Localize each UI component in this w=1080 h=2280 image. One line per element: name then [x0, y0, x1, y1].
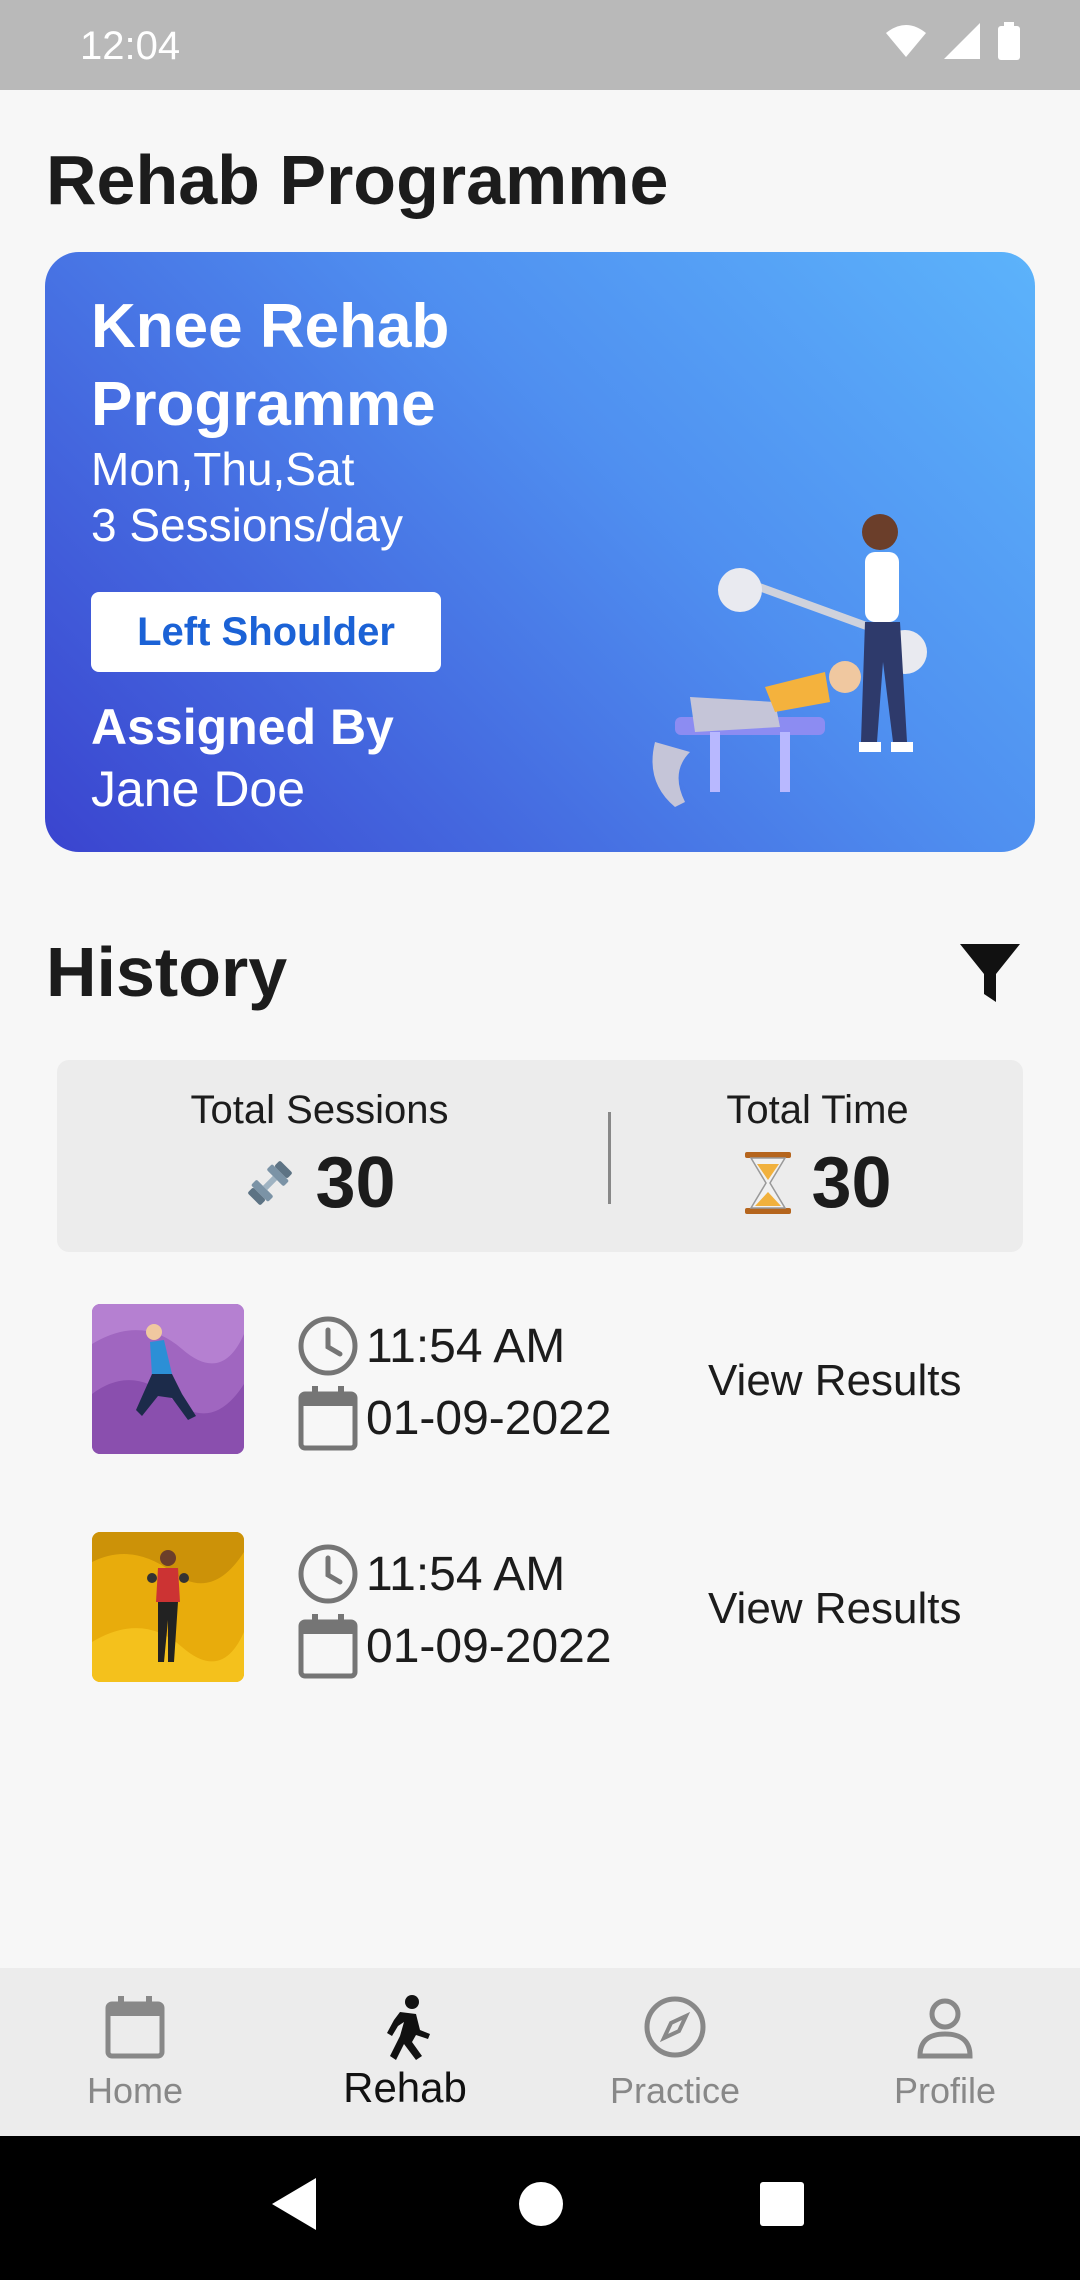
nav-profile[interactable]: Profile: [810, 1968, 1080, 2136]
programme-card[interactable]: Knee Rehab Programme Mon,Thu,Sat 3 Sessi…: [45, 252, 1035, 852]
recents-icon[interactable]: [758, 2176, 804, 2232]
history-title: History: [46, 933, 288, 1011]
history-item[interactable]: 11:54 AM 01-09-2022 View Results: [0, 1300, 1080, 1470]
total-sessions-value: 30: [315, 1143, 396, 1223]
assigned-by-label: Assigned By: [91, 699, 394, 755]
history-item[interactable]: 11:54 AM 01-09-2022 View Results: [0, 1528, 1080, 1698]
nav-rehab[interactable]: Rehab: [270, 1968, 540, 2136]
signal-icon: [944, 23, 980, 59]
calendar-icon: [298, 1614, 358, 1679]
history-date: 01-09-2022: [366, 1619, 612, 1673]
hourglass-icon: [745, 1152, 792, 1214]
calendar-icon: [298, 1386, 358, 1451]
total-sessions-label: Total Sessions: [190, 1088, 449, 1132]
system-nav-bar: [0, 2136, 1080, 2280]
total-time-stat: Total Time 30: [612, 1060, 1023, 1252]
nav-rehab-label: Rehab: [343, 2064, 467, 2111]
person-icon: [917, 1998, 973, 2059]
status-icons: [886, 22, 1020, 60]
running-icon: [387, 1995, 430, 2060]
nav-home-label: Home: [86, 2070, 184, 2111]
wifi-icon: [886, 25, 926, 57]
workout-illustration: [652, 514, 927, 807]
history-time: 11:54 AM: [366, 1319, 566, 1373]
clock-icon: [298, 1316, 358, 1376]
dumbbell-icon: [248, 1161, 293, 1205]
status-time: 12:04: [80, 24, 181, 68]
bottom-nav: Home Rehab Practice Profile: [0, 1968, 1080, 2136]
filter-icon[interactable]: [958, 940, 1022, 1004]
status-bar: 12:04: [0, 0, 1080, 90]
page-title: Rehab Programme: [46, 141, 669, 219]
view-results-button[interactable]: View Results: [708, 1356, 962, 1406]
calendar-icon: [105, 1996, 165, 2059]
compass-icon: [644, 1996, 706, 2058]
programme-sessions: 3 Sessions/day: [91, 499, 403, 551]
running-thumbnail: [92, 1304, 244, 1454]
battery-icon: [998, 22, 1020, 60]
history-stats: Total Sessions 30 Total Time 30: [57, 1060, 1023, 1252]
total-sessions-stat: Total Sessions 30: [57, 1060, 582, 1252]
total-time-value: 30: [811, 1143, 892, 1223]
total-time-label: Total Time: [726, 1088, 909, 1132]
nav-home[interactable]: Home: [0, 1968, 270, 2136]
programme-days: Mon,Thu,Sat: [91, 443, 355, 495]
stats-divider: [608, 1112, 611, 1204]
nav-practice-label: Practice: [609, 2070, 741, 2111]
history-time: 11:54 AM: [366, 1547, 566, 1601]
clock-icon: [298, 1544, 358, 1604]
view-results-button[interactable]: View Results: [708, 1584, 962, 1634]
nav-practice[interactable]: Practice: [540, 1968, 810, 2136]
nav-profile-label: Profile: [893, 2070, 997, 2111]
history-date: 01-09-2022: [366, 1391, 612, 1445]
home-icon[interactable]: [518, 2176, 564, 2232]
weights-thumbnail: [92, 1532, 244, 1682]
assigned-by-name: Jane Doe: [91, 761, 306, 817]
back-icon[interactable]: [270, 2176, 320, 2232]
programme-title: Knee Rehab Programme: [91, 292, 450, 439]
body-part-button[interactable]: Left Shoulder: [91, 592, 441, 672]
